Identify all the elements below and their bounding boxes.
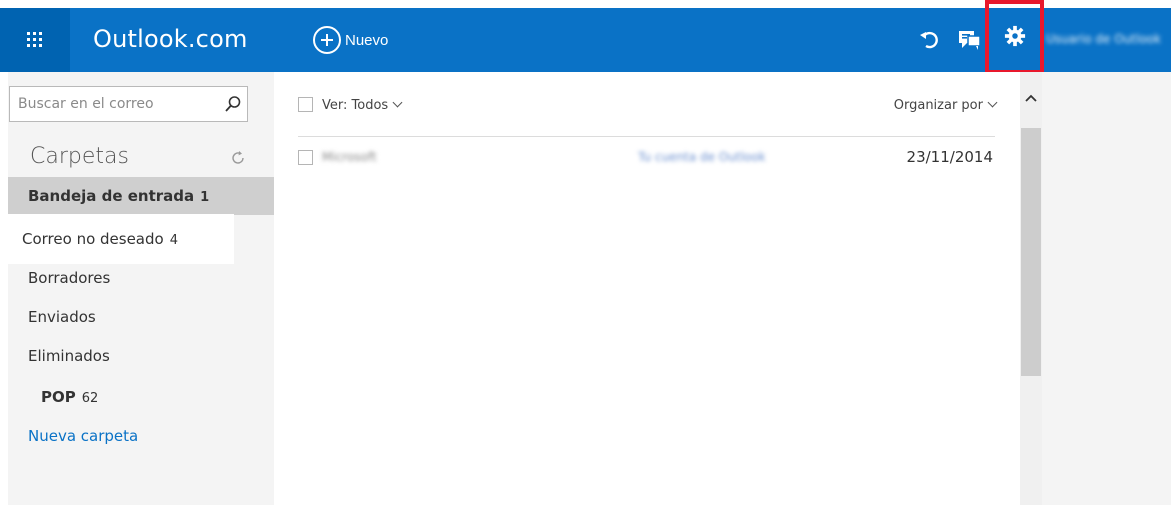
message-sender: Microsoft [322, 150, 377, 164]
unread-count: 4 [169, 233, 178, 248]
scroll-thumb[interactable] [1021, 128, 1041, 376]
list-scrollbar[interactable] [1020, 72, 1042, 505]
folder-sidebar: Carpetas Bandeja de entrada 1 Correo no d… [8, 72, 274, 505]
sort-dropdown[interactable]: Organizar por [893, 97, 998, 113]
chat-icon[interactable] [957, 28, 983, 52]
plus-circle-icon [313, 26, 341, 54]
new-message-label: Nuevo [345, 31, 389, 49]
filter-dropdown[interactable]: Ver: Todos [322, 97, 403, 113]
folder-label: Bandeja de entrada [28, 187, 195, 205]
reading-pane [1042, 72, 1171, 505]
chevron-up-icon[interactable] [1024, 92, 1038, 106]
new-message-button[interactable]: Nuevo [313, 22, 388, 58]
app-launcher-button[interactable] [0, 8, 70, 72]
message-list: Ver: Todos Organizar por Microsoft Tu cu… [274, 72, 1020, 505]
unread-count: 1 [200, 190, 210, 205]
list-divider [298, 136, 995, 137]
unread-count: 62 [81, 391, 99, 406]
message-checkbox[interactable] [298, 150, 313, 165]
refresh-icon[interactable] [230, 150, 246, 166]
app-launcher-icon [27, 32, 42, 47]
message-row[interactable]: Microsoft Tu cuenta de Outlook 23/11/201… [274, 144, 1020, 172]
folder-sent[interactable]: Enviados [8, 298, 274, 336]
folder-junk[interactable]: Correo no deseado 4 [8, 220, 274, 258]
brand-title[interactable]: Outlook.com [93, 8, 248, 70]
sort-label: Organizar por [893, 98, 983, 113]
message-date: 23/11/2014 [906, 148, 993, 166]
new-folder-link[interactable]: Nueva carpeta [8, 417, 274, 455]
message-subject: Tu cuenta de Outlook [638, 150, 766, 164]
folder-label: POP [41, 388, 76, 406]
folder-label: Correo no deseado [22, 230, 164, 248]
folder-label: Eliminados [28, 347, 110, 365]
select-all-checkbox[interactable] [298, 97, 313, 112]
filter-label: Ver: Todos [322, 98, 389, 113]
chevron-down-icon [392, 97, 403, 108]
chevron-down-icon [987, 97, 998, 108]
user-name[interactable]: Usuario de Outlook [1046, 32, 1161, 46]
folder-inbox[interactable]: Bandeja de entrada 1 [8, 177, 274, 215]
folder-drafts[interactable]: Borradores [8, 259, 274, 297]
folder-label: Borradores [28, 269, 111, 287]
folder-deleted[interactable]: Eliminados [8, 337, 274, 375]
search-icon[interactable] [224, 95, 242, 113]
settings-highlight [985, 0, 1044, 74]
search-input[interactable] [18, 87, 208, 121]
folder-label: Enviados [28, 308, 96, 326]
folder-pop[interactable]: POP 62 [8, 378, 274, 416]
gear-icon[interactable] [1004, 25, 1026, 47]
folders-title: Carpetas [30, 144, 129, 169]
search-box [9, 86, 248, 122]
undo-icon[interactable] [917, 28, 941, 52]
